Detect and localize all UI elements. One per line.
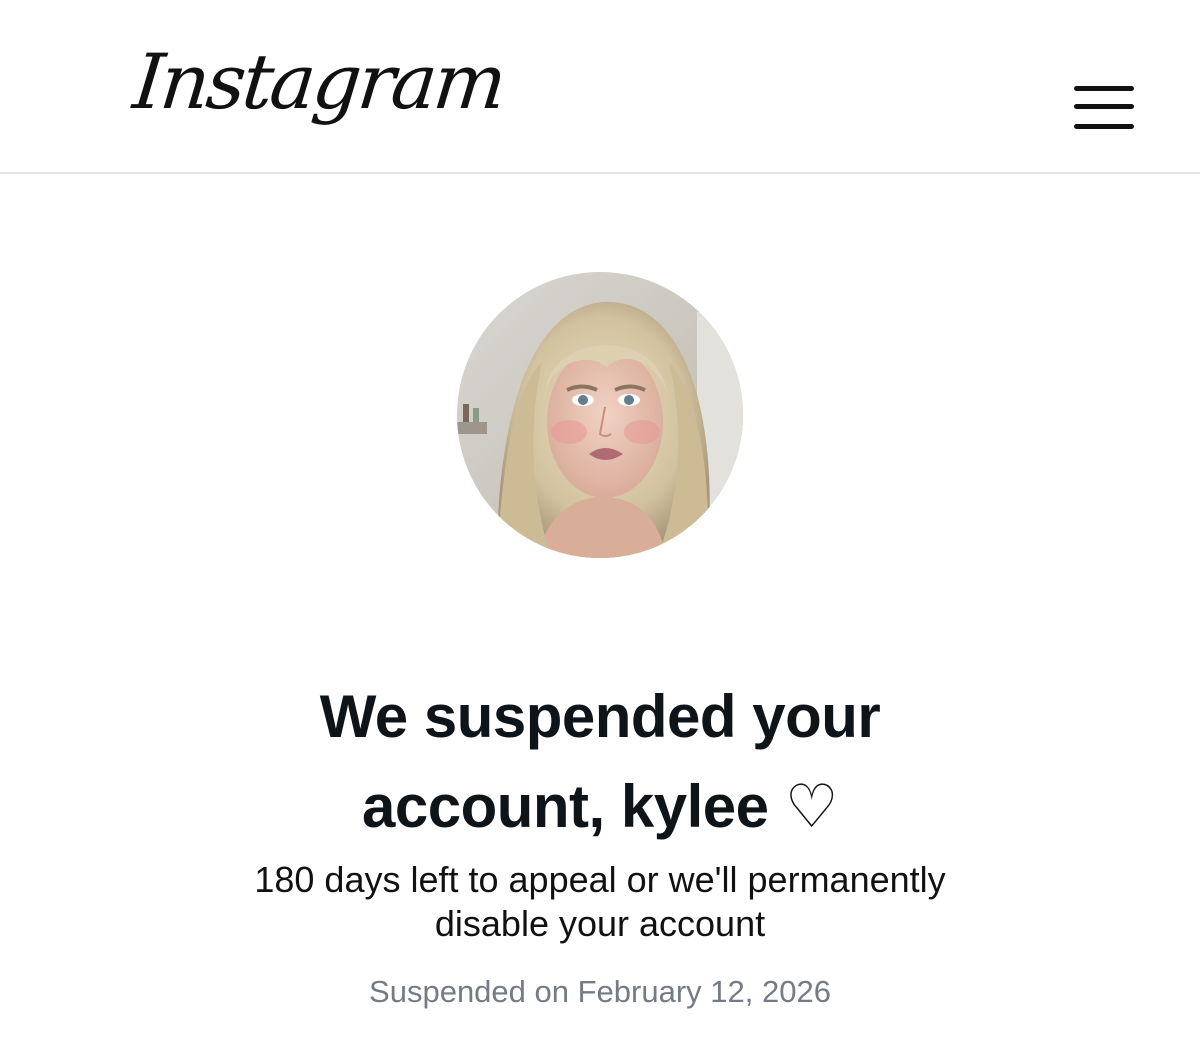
suspension-date: Suspended on February 12, 2026 [369,974,831,1009]
title-line: account, kylee ♡ [362,773,838,840]
hamburger-menu-icon[interactable] [1070,82,1138,136]
title-line: We suspended your [319,683,881,750]
profile-photo [457,272,743,558]
message-line: 180 days left to appeal or we'll permane… [254,859,946,900]
menu-bar [1074,86,1134,91]
menu-bar [1074,124,1134,129]
page-title: We suspended your account, kylee ♡ [150,672,1050,852]
avatar [457,272,743,558]
menu-bar [1074,104,1134,109]
instagram-logo[interactable]: Instagram [129,37,508,126]
message-line: disable your account [434,903,766,944]
top-header: Instagram [0,0,1200,174]
appeal-message: 180 days left to appeal or we'll permane… [150,858,1050,946]
